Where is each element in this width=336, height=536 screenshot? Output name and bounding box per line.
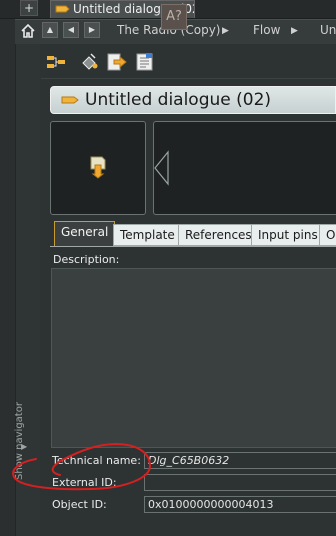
show-navigator-label[interactable]: Show navigator [14,402,25,480]
color-tool-button[interactable] [78,51,100,73]
technical-name-field[interactable]: Dlg_C65B0632 [144,452,336,469]
object-id-label: Object ID: [52,498,107,511]
tab-input-pins[interactable]: Input pins [251,224,325,246]
description-textarea[interactable] [51,268,336,448]
up-button[interactable]: ▲ [42,22,58,38]
flow-view-button[interactable] [45,51,67,73]
home-icon [21,23,35,38]
properties-button[interactable] [134,51,156,73]
description-label: Description: [53,253,120,266]
tab-references[interactable]: References [178,224,259,246]
breadcrumb-item[interactable]: Un [320,23,336,37]
breadcrumb-separator-icon[interactable]: ▶ [222,23,229,39]
back-button[interactable]: ◀ [63,22,79,38]
tab-strip-baseline [50,246,336,247]
technical-name-label: Technical name: [52,454,141,467]
pin-icon [107,53,127,71]
object-id-field[interactable]: 0x0100000000004013 [144,496,336,513]
forward-button[interactable]: ▶ [84,22,100,38]
flow-icon [47,56,65,68]
external-id-label: External ID: [52,476,117,489]
collapse-arrow-icon [154,150,169,186]
object-header: Untitled dialogue (02) [50,86,336,114]
dialogue-icon [61,96,79,104]
preview-thumbnail[interactable] [50,121,146,215]
tab-general[interactable]: General [54,221,116,246]
tab-output-pins[interactable]: O [319,224,336,246]
breadcrumb-separator-icon[interactable]: ▶ [291,23,298,39]
paint-icon [82,53,98,70]
external-id-field[interactable] [144,474,336,491]
document-list-icon [136,53,153,71]
help-button[interactable]: A? [161,4,187,30]
add-tab-button[interactable]: + [20,0,38,16]
dialogue-pin-icon [90,156,106,179]
tab-template[interactable]: Template [113,224,182,246]
insert-pin-button[interactable] [106,51,128,73]
breadcrumb-item[interactable]: Flow [253,23,280,37]
preview-canvas[interactable] [153,121,336,215]
dialogue-icon [55,5,70,13]
page-title: Untitled dialogue (02) [85,90,272,110]
home-button[interactable] [19,22,37,40]
